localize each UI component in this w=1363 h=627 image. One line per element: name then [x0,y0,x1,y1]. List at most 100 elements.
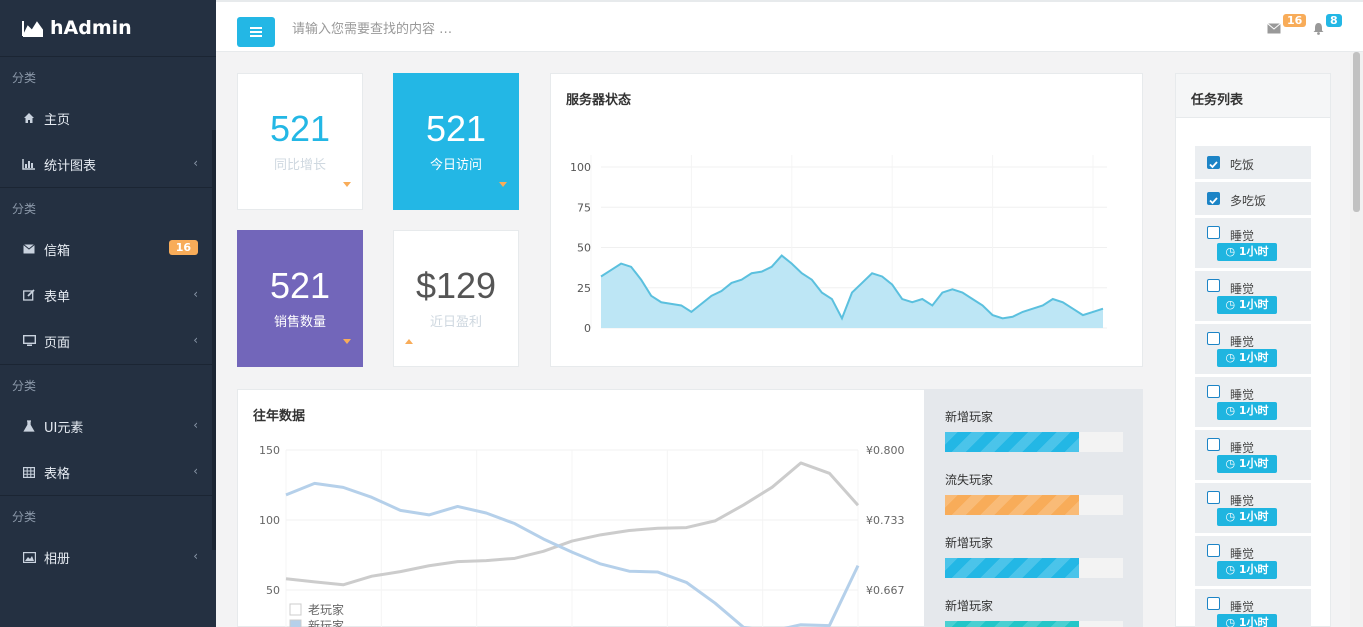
task-duration-tag: ◷ 1小时 [1217,561,1277,579]
task-item[interactable]: 睡觉 ◷ 1小时 [1195,430,1311,480]
task-duration: 1小时 [1238,404,1269,417]
task-text: 睡觉 [1230,282,1255,296]
brand[interactable]: hAdmin [0,0,216,56]
sidebar-item-album[interactable]: 相册 ‹ [0,534,216,580]
clock-icon: ◷ [1225,245,1236,258]
task-item[interactable]: 睡觉 ◷ 1小时 [1195,377,1311,427]
alert-notification[interactable]: 8 [1312,14,1352,43]
sidebar-item-label: 信箱 [44,243,71,259]
stat-tile-sales-count: 521 销售数量 [237,230,363,367]
task-duration-tag: ◷ 1小时 [1217,296,1277,314]
stat-label: 销售数量 [273,315,326,330]
sidebar-item-charts[interactable]: 统计图表 ‹ [0,141,216,187]
sidebar-item-forms[interactable]: 表单 ‹ [0,272,216,318]
task-text: 睡觉 [1230,388,1255,402]
task-item[interactable]: 睡觉 ◷ 1小时 [1195,483,1311,533]
task-item[interactable]: 睡觉 ◷ 1小时 [1195,324,1311,374]
task-item[interactable]: 睡觉 ◷ 1小时 [1195,218,1311,268]
checkbox-unchecked[interactable] [1207,597,1220,610]
y-tick-label: 25 [577,282,591,295]
sidebar-item-label: 表单 [44,289,71,305]
chevron-left-icon: ‹ [193,156,198,170]
panel-title: 任务列表 [1191,93,1244,108]
task-text: 睡觉 [1230,494,1255,508]
task-list-header: 任务列表 [1176,74,1330,118]
task-duration: 1小时 [1238,510,1269,523]
bell-count-badge: 8 [1326,14,1342,27]
progress-bar [945,621,1123,627]
checkbox-unchecked[interactable] [1207,385,1220,398]
caret-up-icon [405,339,413,344]
task-duration-tag: ◷ 1小时 [1217,243,1277,261]
checkbox-unchecked[interactable] [1207,491,1220,504]
task-text: 多吃饭 [1230,194,1267,208]
clock-icon: ◷ [1225,298,1236,311]
sidebar-item-label: 主页 [44,112,71,128]
task-item[interactable]: 睡觉 ◷ 1小时 [1195,536,1311,586]
desktop-icon [22,334,36,348]
checkbox-checked[interactable] [1207,156,1220,169]
sidebar-item-tables[interactable]: 表格 ‹ [0,449,216,495]
task-item[interactable]: 吃饭 [1195,146,1311,179]
server-status-chart: 100 75 50 25 0 [570,155,1107,335]
sidebar-scrollbar[interactable] [212,130,216,550]
edit-icon [22,288,36,302]
caret-down-icon [343,339,351,344]
task-text: 吃饭 [1230,158,1255,172]
server-status-panel: 服务器状态 100 75 50 25 0 [550,73,1143,367]
stat-label: 近日盈利 [429,315,482,330]
sidebar: hAdmin 分类 主页 统计图表 ‹ 分类 信箱 16 表单 ‹ 页面 ‹ 分… [0,0,216,627]
caret-down-icon [499,182,507,187]
nav-category: 分类 [12,202,37,216]
envelope-icon [22,242,36,256]
sidebar-item-label: 页面 [44,335,71,351]
y-tick-label-left: 150 [259,444,280,457]
clock-icon: ◷ [1225,457,1236,470]
checkbox-unchecked[interactable] [1207,226,1220,239]
task-item[interactable]: 睡觉 ◷ 1小时 [1195,589,1311,627]
checkbox-unchecked[interactable] [1207,544,1220,557]
envelope-icon [1267,23,1281,34]
sidebar-item-label: 统计图表 [44,158,97,174]
sidebar-item-home[interactable]: 主页 [0,95,216,141]
bar-chart-icon [22,157,36,171]
mail-count-badge: 16 [1283,14,1307,27]
chevron-left-icon: ‹ [193,418,198,432]
task-duration: 1小时 [1238,616,1269,627]
task-item[interactable]: 多吃饭 [1195,182,1311,215]
stat-label: 同比增长 [273,158,326,173]
progress-bar [945,432,1123,452]
y-tick-label-left: 50 [266,584,280,597]
page-scrollbar[interactable] [1350,52,1363,627]
stat-label: 今日访问 [429,158,482,173]
clock-icon: ◷ [1225,616,1236,627]
nav-section-2: 分类 信箱 16 表单 ‹ 页面 ‹ [0,187,216,364]
sidebar-item-label: 相册 [44,551,71,567]
page-scrollbar-thumb[interactable] [1353,52,1360,212]
clock-icon: ◷ [1225,404,1236,417]
search-input[interactable] [292,18,792,40]
task-duration: 1小时 [1238,245,1269,258]
nav-category: 分类 [12,510,37,524]
stat-value: 521 [269,265,331,306]
chevron-left-icon: ‹ [193,464,198,478]
sidebar-item-mailbox[interactable]: 信箱 16 [0,226,216,272]
task-duration-tag: ◷ 1小时 [1217,402,1277,420]
menu-toggle-button[interactable] [237,17,275,47]
checkbox-unchecked[interactable] [1207,438,1220,451]
nav-section-3: 分类 UI元素 ‹ 表格 ‹ [0,364,216,495]
checkbox-unchecked[interactable] [1207,332,1220,345]
player-stats: 新增玩家 流失玩家 新增玩家 新增玩家 [924,389,1143,627]
checkbox-unchecked[interactable] [1207,279,1220,292]
stat-value: 521 [269,108,331,149]
mail-notification[interactable]: 16 [1267,14,1307,43]
task-item[interactable]: 睡觉 ◷ 1小时 [1195,271,1311,321]
legend-label: 老玩家 [308,602,344,617]
legend-label: 新玩家 [308,618,344,627]
task-text: 睡觉 [1230,441,1255,455]
sidebar-item-ui-elements[interactable]: UI元素 ‹ [0,403,216,449]
table-icon [22,465,36,479]
checkbox-checked[interactable] [1207,192,1220,205]
sidebar-item-pages[interactable]: 页面 ‹ [0,318,216,364]
mail-count-badge: 16 [168,240,198,255]
